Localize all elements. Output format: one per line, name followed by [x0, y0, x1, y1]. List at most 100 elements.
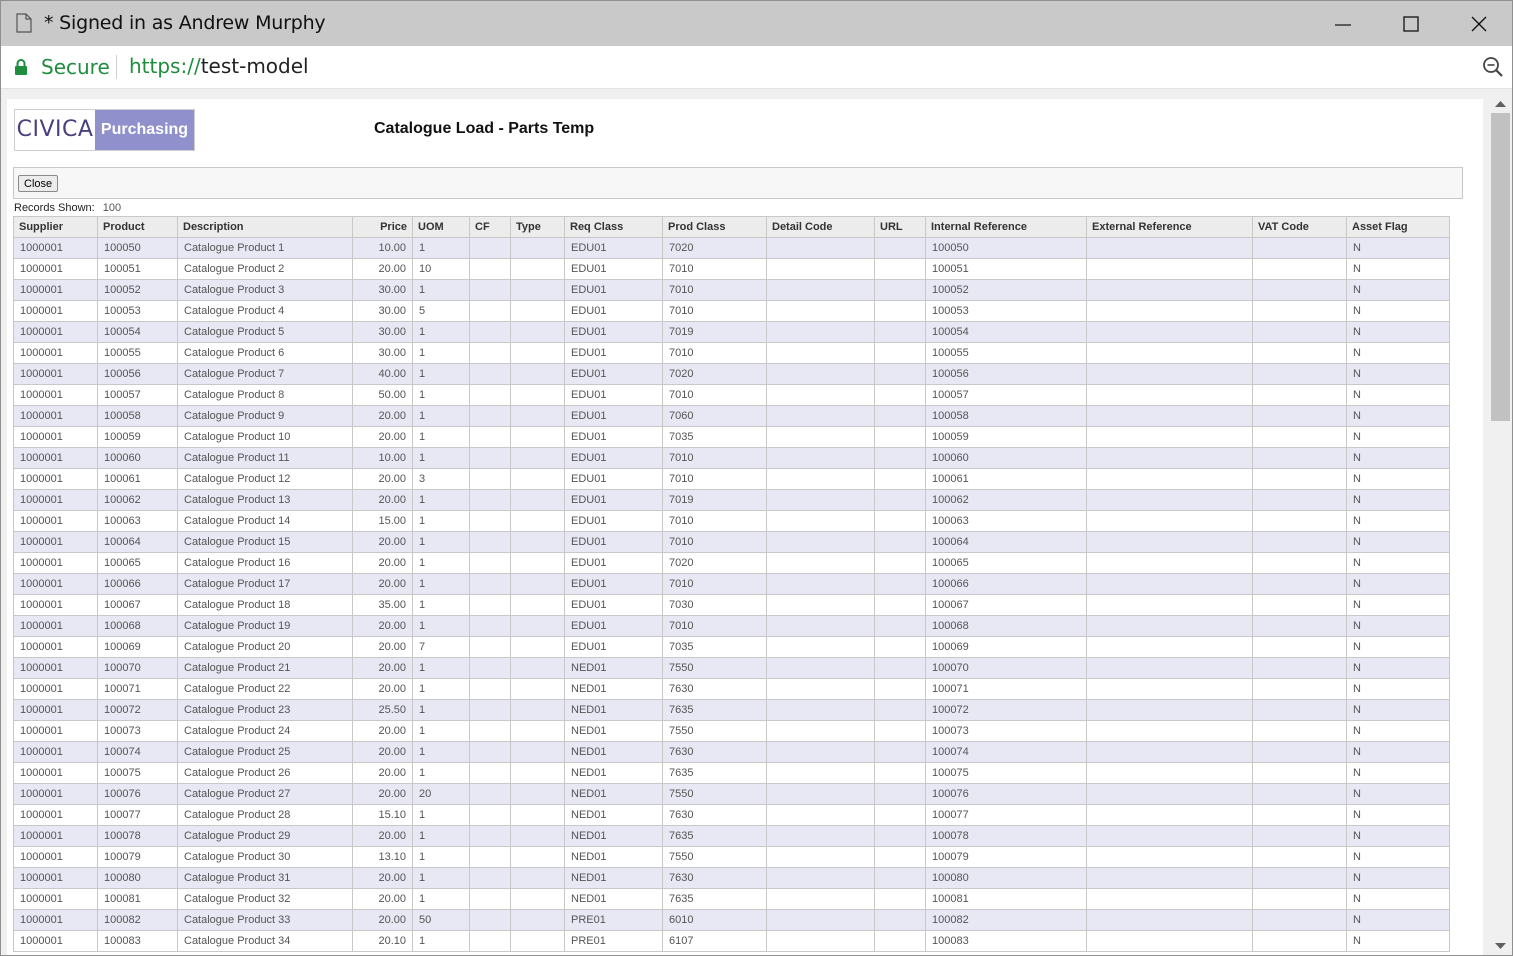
table-row[interactable]: 1000001 100079 Catalogue Product 30 13.10 1 N… — [13, 846, 1450, 868]
table-row[interactable]: 1000001 100075 Catalogue Product 26 20.00 1 N… — [13, 762, 1450, 784]
scroll-up-icon[interactable] — [1495, 95, 1506, 113]
table-row[interactable]: 1000001 100069 Catalogue Product 20 20.00 7 E… — [13, 636, 1450, 658]
table-row[interactable]: 1000001 100058 Catalogue Product 9 20.00 1 ED… — [13, 405, 1450, 427]
table-row[interactable]: 1000001 100063 Catalogue Product 14 15.00 1 E… — [13, 510, 1450, 532]
column-header[interactable]: Asset Flag — [1346, 216, 1450, 238]
table-row[interactable]: 1000001 100083 Catalogue Product 34 20.10 1 P… — [13, 930, 1450, 952]
table-row[interactable]: 1000001 100060 Catalogue Product 11 10.00 1 E… — [13, 447, 1450, 469]
table-row[interactable]: 1000001 100053 Catalogue Product 4 30.00 5 ED… — [13, 300, 1450, 322]
table-cell: N — [1346, 426, 1450, 448]
table-row[interactable]: 1000001 100064 Catalogue Product 15 20.00 1 E… — [13, 531, 1450, 553]
table-row[interactable]: 1000001 100082 Catalogue Product 33 20.00 50… — [13, 909, 1450, 931]
table-row[interactable]: 1000001 100071 Catalogue Product 22 20.00 1 N… — [13, 678, 1450, 700]
table-cell: 100057 — [925, 384, 1087, 406]
page-title: Catalogue Load - Parts Temp — [374, 120, 595, 137]
browser-window: * Signed in as Andrew Murphy Secure http… — [0, 0, 1513, 956]
table-row[interactable]: 1000001 100059 Catalogue Product 10 20.00 1 E… — [13, 426, 1450, 448]
column-header[interactable]: Supplier — [13, 216, 98, 238]
table-cell: EDU01 — [564, 468, 663, 490]
table-cell — [874, 867, 926, 889]
table-cell — [1252, 699, 1347, 721]
maximize-button[interactable] — [1388, 1, 1434, 46]
table-cell — [874, 762, 926, 784]
table-row[interactable]: 1000001 100057 Catalogue Product 8 50.00 1 ED… — [13, 384, 1450, 406]
table-row[interactable]: 1000001 100055 Catalogue Product 6 30.00 1 ED… — [13, 342, 1450, 364]
table-row[interactable]: 1000001 100054 Catalogue Product 5 30.00 1 ED… — [13, 321, 1450, 343]
column-header[interactable]: Prod Class — [662, 216, 767, 238]
table-cell — [766, 426, 875, 448]
table-cell — [766, 867, 875, 889]
table-row[interactable]: 1000001 100077 Catalogue Product 28 15.10 1 N… — [13, 804, 1450, 826]
column-header[interactable]: URL — [874, 216, 926, 238]
table-cell: N — [1346, 930, 1450, 952]
table-row[interactable]: 1000001 100068 Catalogue Product 19 20.00 1 E… — [13, 615, 1450, 637]
table-row[interactable]: 1000001 100051 Catalogue Product 2 20.00 10 E… — [13, 258, 1450, 280]
table-cell: 1 — [412, 510, 470, 532]
table-row[interactable]: 1000001 100080 Catalogue Product 31 20.00 1 N… — [13, 867, 1450, 889]
table-cell: 10 — [412, 258, 470, 280]
close-button[interactable]: Close — [18, 175, 59, 192]
table-row[interactable]: 1000001 100072 Catalogue Product 23 25.50 1 N… — [13, 699, 1450, 721]
url-text[interactable]: https://test-model — [129, 54, 309, 78]
table-cell: 1 — [412, 678, 470, 700]
scroll-down-icon[interactable] — [1495, 937, 1506, 955]
table-row[interactable]: 1000001 100066 Catalogue Product 17 20.00 1 E… — [13, 573, 1450, 595]
table-cell: 100068 — [97, 615, 178, 637]
table-cell: 6010 — [662, 909, 767, 931]
column-header[interactable]: Description — [177, 216, 353, 238]
table-cell — [874, 552, 926, 574]
table-cell — [1252, 447, 1347, 469]
table-row[interactable]: 1000001 100073 Catalogue Product 24 20.00 1 N… — [13, 720, 1450, 742]
table-cell: 15.00 — [352, 510, 413, 532]
table-cell — [510, 678, 565, 700]
column-header[interactable]: Req Class — [564, 216, 663, 238]
table-cell: 7010 — [662, 468, 767, 490]
table-row[interactable]: 1000001 100050 Catalogue Product 1 10.00 1 ED… — [13, 237, 1450, 259]
table-cell: EDU01 — [564, 489, 663, 511]
column-header[interactable]: Price — [352, 216, 413, 238]
column-header[interactable]: Type — [510, 216, 565, 238]
table-cell — [1086, 699, 1253, 721]
table-cell: 100069 — [925, 636, 1087, 658]
table-row[interactable]: 1000001 100078 Catalogue Product 29 20.00 1 N… — [13, 825, 1450, 847]
table-row[interactable]: 1000001 100052 Catalogue Product 3 30.00 1 ED… — [13, 279, 1450, 301]
table-cell: 100068 — [925, 615, 1087, 637]
column-header[interactable]: VAT Code — [1252, 216, 1347, 238]
table-cell: Catalogue Product 27 — [177, 783, 353, 805]
column-header[interactable]: UOM — [412, 216, 470, 238]
column-header[interactable]: External Reference — [1086, 216, 1253, 238]
table-row[interactable]: 1000001 100061 Catalogue Product 12 20.00 3 E… — [13, 468, 1450, 490]
table-row[interactable]: 1000001 100076 Catalogue Product 27 20.00 20… — [13, 783, 1450, 805]
table-row[interactable]: 1000001 100065 Catalogue Product 16 20.00 1 E… — [13, 552, 1450, 574]
table-cell — [766, 342, 875, 364]
column-header[interactable]: Product — [97, 216, 178, 238]
table-cell: 1000001 — [13, 909, 98, 931]
table-row[interactable]: 1000001 100070 Catalogue Product 21 20.00 1 N… — [13, 657, 1450, 679]
table-cell: 20.00 — [352, 783, 413, 805]
vertical-scrollbar[interactable] — [1489, 89, 1512, 955]
column-header[interactable]: Internal Reference — [925, 216, 1087, 238]
table-cell — [1252, 531, 1347, 553]
table-cell — [469, 258, 511, 280]
table-row[interactable]: 1000001 100056 Catalogue Product 7 40.00 1 ED… — [13, 363, 1450, 385]
table-cell: 100079 — [97, 846, 178, 868]
table-row[interactable]: 1000001 100062 Catalogue Product 13 20.00 1 E… — [13, 489, 1450, 511]
column-header[interactable]: Detail Code — [766, 216, 875, 238]
table-row[interactable]: 1000001 100074 Catalogue Product 25 20.00 1 N… — [13, 741, 1450, 763]
scroll-thumb[interactable] — [1491, 113, 1510, 421]
table-cell — [1086, 447, 1253, 469]
table-cell — [1252, 720, 1347, 742]
minimize-button[interactable] — [1320, 1, 1366, 46]
table-cell: N — [1346, 846, 1450, 868]
table-row[interactable]: 1000001 100081 Catalogue Product 32 20.00 1 N… — [13, 888, 1450, 910]
table-row[interactable]: 1000001 100067 Catalogue Product 18 35.00 1 E… — [13, 594, 1450, 616]
records-label: Records Shown: — [14, 202, 95, 214]
table-cell: 30.00 — [352, 321, 413, 343]
address-bar[interactable]: Secure https://test-model — [1, 46, 1512, 89]
close-window-button[interactable] — [1456, 1, 1502, 46]
zoom-icon[interactable] — [1482, 56, 1504, 83]
column-header[interactable]: CF — [469, 216, 511, 238]
table-cell — [469, 825, 511, 847]
table-cell: 1000001 — [13, 741, 98, 763]
table-cell — [510, 594, 565, 616]
